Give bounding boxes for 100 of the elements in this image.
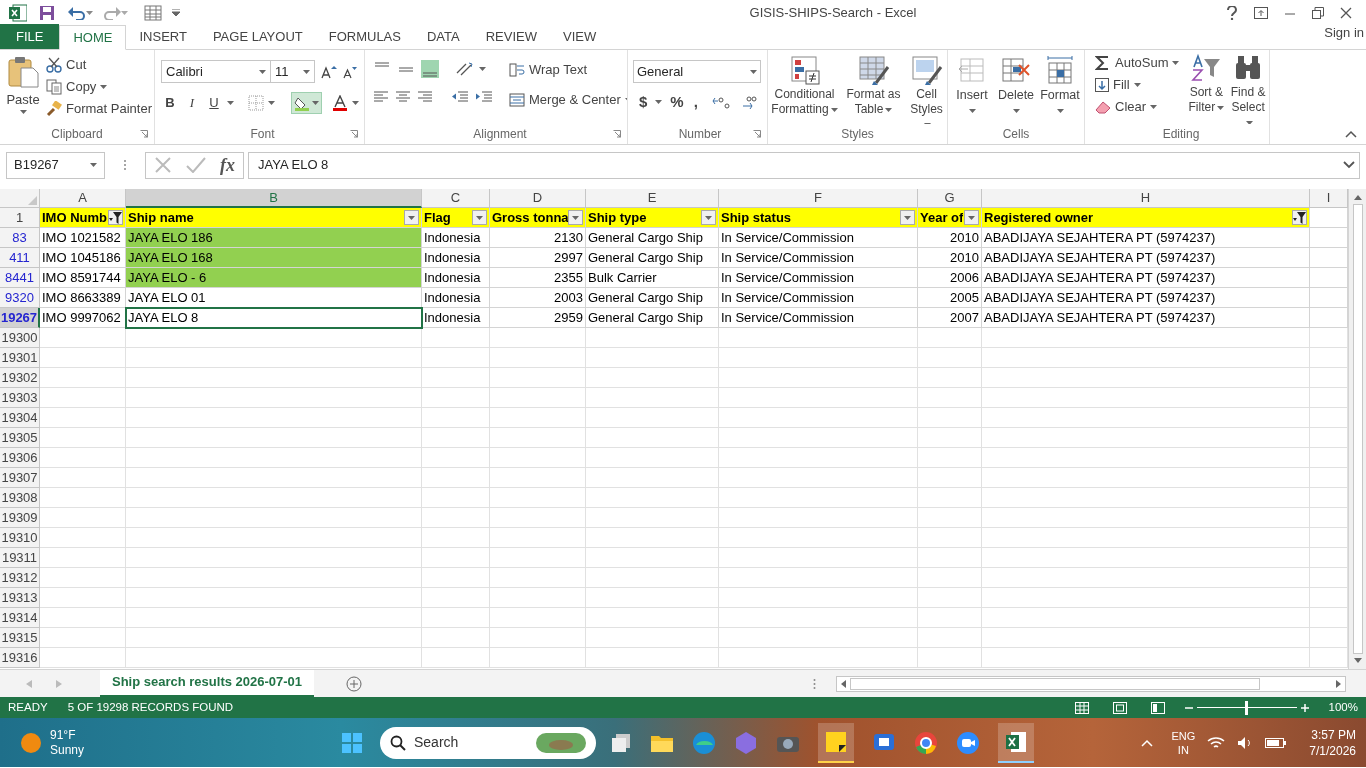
save-icon[interactable] bbox=[39, 4, 55, 21]
page-break-view-icon[interactable] bbox=[1150, 701, 1165, 714]
battery-icon[interactable] bbox=[1265, 736, 1288, 749]
wrap-text-button[interactable]: Wrap Text bbox=[507, 59, 627, 81]
expand-formula-bar-icon[interactable] bbox=[1343, 161, 1355, 169]
sticky-note-icon[interactable] bbox=[825, 730, 847, 753]
dialog-launcher-icon[interactable] bbox=[753, 130, 761, 138]
search-field[interactable]: Search bbox=[380, 726, 596, 759]
row-header[interactable]: 19316 bbox=[0, 648, 40, 668]
browser-icon[interactable] bbox=[692, 730, 716, 755]
increase-indent-icon[interactable] bbox=[475, 90, 493, 104]
ribbon-tab[interactable]: REVIEW bbox=[472, 24, 550, 49]
show-hidden-icons-icon[interactable] bbox=[1141, 738, 1154, 747]
font-color-icon[interactable] bbox=[332, 95, 348, 111]
paste-button[interactable]: Paste bbox=[4, 50, 42, 114]
format-button[interactable]: Format bbox=[1041, 55, 1079, 113]
decrease-font-size-icon[interactable] bbox=[343, 64, 357, 79]
clock-date[interactable]: 7/1/2026 bbox=[1309, 742, 1356, 759]
increase-font-size-icon[interactable] bbox=[321, 64, 337, 79]
ribbon-tab[interactable]: VIEW bbox=[550, 24, 610, 49]
format-painter-button[interactable]: Format Painter bbox=[44, 98, 154, 120]
help-icon[interactable] bbox=[1226, 5, 1238, 20]
row-header[interactable]: 19300 bbox=[0, 328, 40, 348]
fill-button[interactable]: Fill bbox=[1093, 74, 1182, 96]
row-header[interactable]: 19302 bbox=[0, 368, 40, 388]
video-call-icon[interactable] bbox=[956, 730, 980, 755]
close-icon[interactable] bbox=[1340, 6, 1352, 19]
file-tab[interactable]: FILE bbox=[0, 24, 60, 49]
insert-button[interactable]: Insert bbox=[953, 55, 991, 113]
collapse-ribbon-icon[interactable] bbox=[1345, 130, 1357, 138]
filter-active-icon[interactable] bbox=[108, 210, 123, 225]
row-header[interactable]: 411 bbox=[0, 248, 40, 268]
dialog-launcher-icon[interactable] bbox=[613, 130, 621, 138]
form-icon[interactable] bbox=[144, 4, 162, 21]
row-header[interactable]: 19312 bbox=[0, 568, 40, 588]
name-box[interactable]: B19267 bbox=[6, 151, 105, 179]
italic-button[interactable]: I bbox=[183, 93, 201, 113]
row-header[interactable]: 19301 bbox=[0, 348, 40, 368]
increase-decimal-icon[interactable] bbox=[711, 94, 732, 111]
customize-caret-icon[interactable] bbox=[172, 9, 180, 16]
insert-function-button[interactable]: fx bbox=[220, 151, 235, 179]
clear-button[interactable]: Clear bbox=[1093, 96, 1182, 118]
underline-button[interactable]: U bbox=[205, 93, 223, 113]
undo-icon[interactable] bbox=[68, 5, 86, 20]
sort-filter-button[interactable]: Sort & Filter bbox=[1185, 50, 1228, 115]
row-header[interactable]: 19315 bbox=[0, 628, 40, 648]
restore-icon[interactable] bbox=[1312, 6, 1324, 19]
ribbon-display-icon[interactable] bbox=[1254, 6, 1268, 19]
ribbon-tab[interactable]: PAGE LAYOUT bbox=[199, 24, 316, 49]
sheet-tab[interactable]: Ship search results 2026-07-01 bbox=[100, 669, 315, 697]
filter-dropdown-icon[interactable] bbox=[701, 210, 716, 225]
splitter-handle-icon[interactable] bbox=[813, 677, 816, 690]
row-header[interactable]: 19310 bbox=[0, 528, 40, 548]
row-header[interactable]: 19309 bbox=[0, 508, 40, 528]
row-header[interactable]: 19306 bbox=[0, 448, 40, 468]
delete-button[interactable]: Delete bbox=[997, 55, 1035, 113]
zoom-in-icon[interactable] bbox=[1300, 703, 1309, 712]
dialog-launcher-icon[interactable] bbox=[350, 130, 358, 138]
row-header[interactable]: 19304 bbox=[0, 408, 40, 428]
currency-button[interactable]: $ bbox=[637, 91, 650, 114]
copy-button[interactable]: Copy bbox=[44, 76, 154, 98]
decrease-indent-icon[interactable] bbox=[451, 90, 469, 104]
input-region[interactable]: IN bbox=[1177, 742, 1189, 757]
clock-time[interactable]: 3:57 PM bbox=[1311, 726, 1356, 743]
task-view-icon[interactable] bbox=[610, 731, 632, 754]
row-header[interactable]: 19305 bbox=[0, 428, 40, 448]
orientation-icon[interactable] bbox=[455, 61, 473, 77]
row-header[interactable]: 19267 bbox=[0, 308, 40, 328]
column-header[interactable]: B bbox=[126, 189, 422, 208]
font-name-field[interactable]: Calibri bbox=[161, 60, 271, 83]
percent-button[interactable]: % bbox=[668, 91, 686, 114]
chrome-browser-icon[interactable] bbox=[914, 730, 938, 755]
ribbon-tab[interactable]: HOME bbox=[59, 25, 127, 50]
filter-dropdown-icon[interactable] bbox=[964, 210, 979, 225]
filter-dropdown-icon[interactable] bbox=[568, 210, 583, 225]
page-layout-view-icon[interactable] bbox=[1112, 701, 1127, 714]
cell-styles-button[interactable]: Cell Styles bbox=[906, 55, 947, 125]
scroll-left-icon[interactable] bbox=[841, 679, 846, 688]
autosum-button[interactable]: AutoSum bbox=[1093, 52, 1182, 74]
input-language[interactable]: ENG bbox=[1171, 728, 1196, 743]
filter-dropdown-icon[interactable] bbox=[404, 210, 419, 225]
wifi-icon[interactable] bbox=[1207, 735, 1226, 750]
conditional-formatting-button[interactable]: Conditional Formatting bbox=[768, 55, 841, 117]
formula-input[interactable]: JAYA ELO 8 bbox=[248, 151, 1360, 179]
row-header[interactable]: 19307 bbox=[0, 468, 40, 488]
cut-button[interactable]: Cut bbox=[44, 54, 154, 76]
merge-center-button[interactable]: Merge & Center bbox=[507, 89, 627, 111]
ribbon-tab[interactable]: DATA bbox=[413, 24, 473, 49]
sign-in-link[interactable]: Sign in bbox=[1324, 25, 1366, 41]
ribbon-tab[interactable]: INSERT bbox=[126, 24, 200, 49]
scroll-down-icon[interactable] bbox=[1353, 658, 1362, 663]
zoom-level[interactable]: 100% bbox=[1328, 698, 1358, 717]
scroll-up-icon[interactable] bbox=[1353, 195, 1362, 200]
row-header[interactable]: 19314 bbox=[0, 608, 40, 628]
row-header[interactable]: 1 bbox=[0, 208, 40, 228]
comma-style-button[interactable]: , bbox=[691, 91, 700, 114]
scroll-right-icon[interactable] bbox=[1336, 679, 1341, 688]
drag-handle-icon[interactable] bbox=[123, 159, 127, 171]
zoom-slider[interactable] bbox=[1245, 700, 1249, 715]
checkmark-icon[interactable] bbox=[186, 157, 206, 173]
